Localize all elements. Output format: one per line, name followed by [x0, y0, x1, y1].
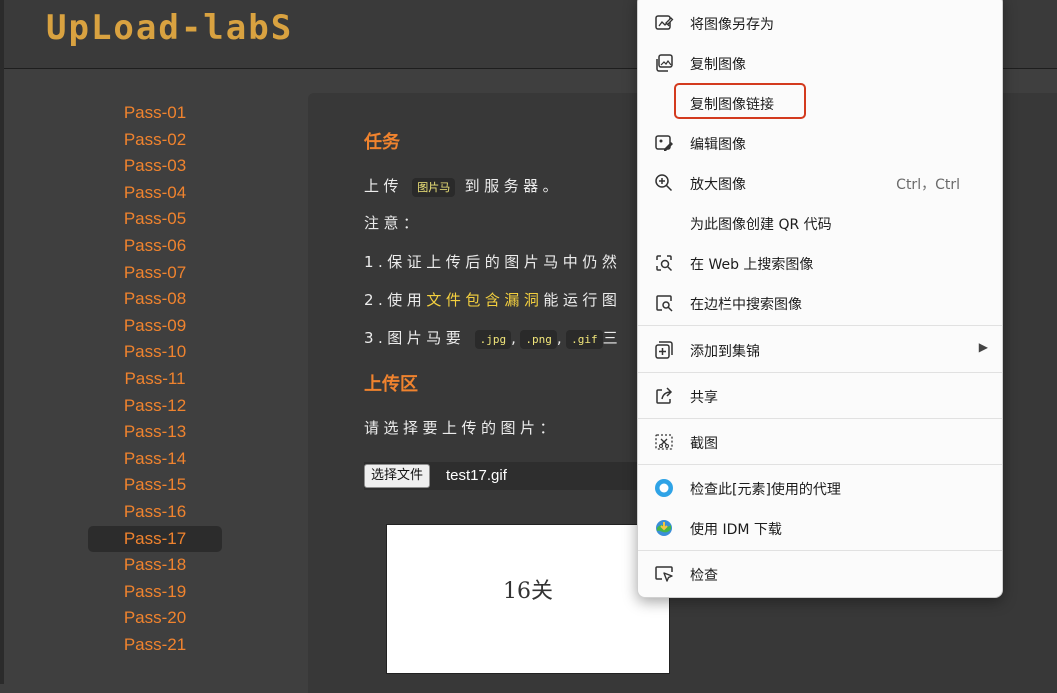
- uploaded-image-preview[interactable]: 16关: [386, 524, 670, 674]
- pass-sidebar: Pass-01 Pass-02 Pass-03 Pass-04 Pass-05 Pass-…: [88, 100, 222, 658]
- menu-separator: [638, 418, 1002, 419]
- task-item-3: 3.图片马要 .jpg, .png, .gif 三: [364, 327, 623, 349]
- menu-copy-image-label: 复制图像: [690, 57, 746, 73]
- menu-screenshot-label: 截图: [690, 436, 718, 452]
- menu-check-proxy-label: 检查此[元素]使用的代理: [690, 482, 841, 498]
- file-input[interactable]: 选择文件 test17.gif: [364, 462, 654, 490]
- menu-search-web[interactable]: 在 Web 上搜索图像: [638, 243, 1002, 283]
- zoom-shortcut: Ctrl，Ctrl: [896, 177, 960, 193]
- menu-share-label: 共享: [690, 390, 718, 406]
- menu-edit-image[interactable]: 编辑图像: [638, 123, 1002, 163]
- task-item2-pre: 2.使用: [364, 291, 427, 309]
- menu-check-proxy[interactable]: 检查此[元素]使用的代理: [638, 468, 1002, 508]
- sidebar-item-pass-04[interactable]: Pass-04: [88, 180, 222, 207]
- menu-separator: [638, 464, 1002, 465]
- screenshot-icon: [654, 432, 674, 452]
- menu-separator: [638, 372, 1002, 373]
- edit-image-icon: [654, 133, 674, 153]
- sidebar-item-pass-11[interactable]: Pass-11: [88, 366, 222, 393]
- menu-idm-download-label: 使用 IDM 下载: [690, 522, 782, 538]
- site-logo: UpLoad-labS: [46, 8, 294, 48]
- menu-screenshot[interactable]: 截图: [638, 422, 1002, 462]
- sidebar-item-pass-03[interactable]: Pass-03: [88, 153, 222, 180]
- submenu-arrow-icon: ▶: [978, 340, 988, 354]
- task-heading: 任务: [364, 132, 400, 153]
- sidebar-item-pass-10[interactable]: Pass-10: [88, 339, 222, 366]
- menu-search-web-label: 在 Web 上搜索图像: [690, 257, 814, 273]
- sidebar-item-pass-13[interactable]: Pass-13: [88, 419, 222, 446]
- upload-heading: 上传区: [364, 374, 418, 395]
- sidebar-item-pass-07[interactable]: Pass-07: [88, 260, 222, 287]
- task-item3-post: 三: [602, 329, 623, 347]
- menu-separator: [638, 325, 1002, 326]
- idm-download-icon: [654, 518, 674, 538]
- zoom-in-icon: [654, 173, 674, 193]
- sidebar-item-pass-06[interactable]: Pass-06: [88, 233, 222, 260]
- copy-image-icon: [654, 53, 674, 73]
- task-item3-pre: 3.图片马要: [364, 329, 466, 347]
- menu-create-qr-label: 为此图像创建 QR 代码: [690, 217, 832, 233]
- proxy-extension-icon: [654, 478, 674, 498]
- menu-add-to-collections[interactable]: 添加到集锦 ▶: [638, 330, 1002, 370]
- sidebar-item-pass-08[interactable]: Pass-08: [88, 286, 222, 313]
- sidebar-item-pass-14[interactable]: Pass-14: [88, 446, 222, 473]
- sidebar-item-pass-19[interactable]: Pass-19: [88, 579, 222, 606]
- ext-gif: .gif: [566, 330, 603, 349]
- sidebar-item-pass-20[interactable]: Pass-20: [88, 605, 222, 632]
- menu-edit-image-label: 编辑图像: [690, 137, 746, 153]
- sidebar-item-pass-05[interactable]: Pass-05: [88, 206, 222, 233]
- share-icon: [654, 386, 674, 406]
- sidebar-item-pass-09[interactable]: Pass-09: [88, 313, 222, 340]
- sidebar-item-pass-17[interactable]: Pass-17: [88, 525, 222, 553]
- visual-search-icon: [654, 253, 674, 273]
- image-horse-code: 图片马: [412, 178, 456, 197]
- inspect-icon: [654, 564, 674, 584]
- save-image-icon: [654, 13, 674, 33]
- sidebar-search-icon: [654, 293, 674, 313]
- sidebar-item-pass-12[interactable]: Pass-12: [88, 393, 222, 420]
- window-edge: [0, 0, 4, 684]
- task-item-2: 2.使用文件包含漏洞能运行图: [364, 289, 621, 310]
- menu-create-qr[interactable]: 为此图像创建 QR 代码: [638, 203, 1002, 243]
- selected-file-name: test17.gif: [446, 467, 507, 484]
- menu-share[interactable]: 共享: [638, 376, 1002, 416]
- task-item2-post: 能运行图: [543, 291, 622, 309]
- sidebar-item-pass-21[interactable]: Pass-21: [88, 632, 222, 659]
- task-note: 注意：: [364, 214, 423, 232]
- task-line-1: 上传 图片马 到服务器。: [364, 175, 563, 197]
- sidebar-item-pass-01[interactable]: Pass-01: [88, 100, 222, 127]
- sidebar-item-pass-18[interactable]: Pass-18: [88, 552, 222, 579]
- menu-add-to-collections-label: 添加到集锦: [690, 344, 760, 360]
- context-menu: 将图像另存为 复制图像 复制图像链接 编辑图像 放大图像 Ctrl，Ctrl 为…: [637, 0, 1003, 598]
- choose-file-button[interactable]: 选择文件: [364, 464, 431, 488]
- comma-1: ,: [511, 329, 521, 347]
- task-line1-post: 到服务器。: [464, 177, 563, 195]
- preview-image-text: 16关: [503, 579, 553, 604]
- menu-zoom-image-label: 放大图像: [690, 177, 746, 193]
- menu-zoom-image[interactable]: 放大图像 Ctrl，Ctrl: [638, 163, 1002, 203]
- ext-png: .png: [520, 330, 557, 349]
- upload-prompt: 请选择要上传的图片：: [364, 419, 560, 437]
- sidebar-item-pass-15[interactable]: Pass-15: [88, 472, 222, 499]
- menu-inspect[interactable]: 检查: [638, 554, 1002, 594]
- comma-2: ,: [556, 329, 567, 347]
- ext-jpg: .jpg: [474, 330, 512, 349]
- menu-separator: [638, 550, 1002, 551]
- sidebar-item-pass-16[interactable]: Pass-16: [88, 499, 222, 526]
- highlight-box: [674, 83, 806, 119]
- menu-search-sidebar-label: 在边栏中搜索图像: [690, 297, 802, 313]
- menu-search-sidebar[interactable]: 在边栏中搜索图像: [638, 283, 1002, 323]
- menu-save-image-as-label: 将图像另存为: [690, 17, 774, 33]
- menu-save-image-as[interactable]: 将图像另存为: [638, 3, 1002, 43]
- task-line1-pre: 上传: [364, 177, 404, 195]
- menu-idm-download[interactable]: 使用 IDM 下载: [638, 508, 1002, 548]
- collections-icon: [654, 340, 674, 360]
- file-inclusion-link[interactable]: 文件包含漏洞: [426, 291, 543, 309]
- task-item-1: 1.保证上传后的图片马中仍然: [364, 253, 622, 271]
- sidebar-item-pass-02[interactable]: Pass-02: [88, 127, 222, 154]
- menu-copy-image[interactable]: 复制图像: [638, 43, 1002, 83]
- menu-inspect-label: 检查: [690, 568, 718, 584]
